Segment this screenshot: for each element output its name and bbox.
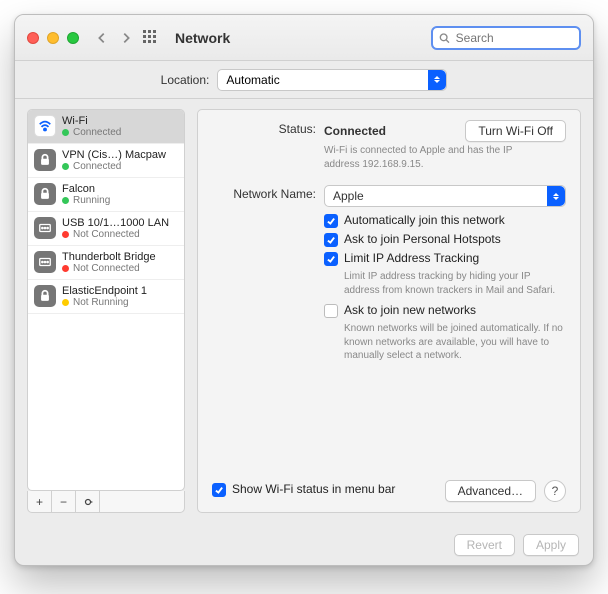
auto-join-checkbox[interactable]: Automatically join this network [324,213,566,228]
sidebar-item-label: Thunderbolt Bridge [62,251,178,263]
sidebar-item-falcon[interactable]: Falcon Running [28,178,184,212]
location-select[interactable]: Automatic [217,69,447,91]
window-controls [27,32,79,44]
nav-back[interactable] [95,31,109,45]
nav-forward[interactable] [119,31,133,45]
sidebar-item-label: Wi-Fi [62,115,178,127]
page-title: Network [175,30,230,46]
menubar-checkbox[interactable]: Show Wi-Fi status in menu bar [212,482,395,497]
status-label: Status: [212,120,316,171]
network-preferences-window: Network Location: Automatic Wi-Fi Connec… [14,14,594,566]
thunderbolt-icon [34,251,56,273]
sidebar-item-status: Not Connected [73,229,140,240]
sidebar-item-status: Not Running [73,297,129,308]
network-name-value: Apple [333,189,364,203]
all-prefs-icon[interactable] [143,30,159,46]
checkbox-label: Limit IP Address Tracking [344,251,479,265]
zoom-window-button[interactable] [67,32,79,44]
lock-icon [34,149,56,171]
search-field[interactable] [431,26,581,50]
sidebar-item-elastic[interactable]: ElasticEndpoint 1 Not Running [28,280,184,314]
lock-icon [34,285,56,307]
revert-button[interactable]: Revert [454,534,515,556]
detail-panel: Status: Connected Turn Wi-Fi Off Wi-Fi i… [197,109,581,513]
advanced-button[interactable]: Advanced… [445,480,536,502]
help-button[interactable]: ? [544,480,566,502]
sidebar-item-status: Connected [73,161,121,172]
hotspot-checkbox[interactable]: Ask to join Personal Hotspots [324,232,566,247]
content: Wi-Fi Connected VPN (Cis…) Macpaw Connec… [15,99,593,525]
sidebar-item-usb-lan[interactable]: USB 10/1…1000 LAN Not Connected [28,212,184,246]
checkbox-label: Ask to join Personal Hotspots [344,232,501,246]
network-name-label: Network Name: [212,185,316,369]
apply-button[interactable]: Apply [523,534,579,556]
status-hint: Wi-Fi is connected to Apple and has the … [324,144,544,171]
close-window-button[interactable] [27,32,39,44]
search-icon [439,32,450,44]
search-input[interactable] [454,30,573,46]
sidebar-item-label: Falcon [62,183,178,195]
interface-list[interactable]: Wi-Fi Connected VPN (Cis…) Macpaw Connec… [27,109,185,491]
window-footer: Revert Apply [15,525,593,565]
add-interface-button[interactable]: + [28,491,52,512]
interface-actions-button[interactable] [76,491,100,512]
sidebar-item-status: Running [73,195,110,206]
sidebar-item-label: ElasticEndpoint 1 [62,285,178,297]
status-dot [62,129,69,136]
join-new-checkbox[interactable]: Ask to join new networks [324,303,566,318]
limit-ip-hint: Limit IP address tracking by hiding your… [344,270,566,297]
limit-ip-checkbox[interactable]: Limit IP Address Tracking [324,251,566,266]
wifi-icon [34,115,56,137]
status-dot [62,231,69,238]
sidebar: Wi-Fi Connected VPN (Cis…) Macpaw Connec… [27,109,185,513]
sidebar-item-wifi[interactable]: Wi-Fi Connected [28,110,184,144]
list-controls: + − [27,491,185,513]
join-new-hint: Known networks will be joined automatica… [344,322,566,363]
sidebar-item-thunderbolt[interactable]: Thunderbolt Bridge Not Connected [28,246,184,280]
titlebar: Network [15,15,593,61]
sidebar-item-status: Connected [73,127,121,138]
sidebar-item-vpn[interactable]: VPN (Cis…) Macpaw Connected [28,144,184,178]
remove-interface-button[interactable]: − [52,491,76,512]
chevron-updown-icon [547,186,565,206]
checkbox-label: Show Wi-Fi status in menu bar [232,482,395,496]
status-dot [62,163,69,170]
location-value: Automatic [226,73,279,87]
lock-icon [34,183,56,205]
location-row: Location: Automatic [15,61,593,99]
status-dot [62,299,69,306]
status-value: Connected [324,124,386,138]
sidebar-item-label: USB 10/1…1000 LAN [62,217,178,229]
network-name-select[interactable]: Apple [324,185,566,207]
location-label: Location: [161,73,210,87]
ethernet-icon [34,217,56,239]
checkbox-label: Automatically join this network [344,213,505,227]
wifi-toggle-button[interactable]: Turn Wi-Fi Off [465,120,566,142]
status-dot [62,197,69,204]
chevron-updown-icon [428,70,446,90]
sidebar-item-label: VPN (Cis…) Macpaw [62,149,178,161]
minimize-window-button[interactable] [47,32,59,44]
sidebar-item-status: Not Connected [73,263,140,274]
checkbox-label: Ask to join new networks [344,303,476,317]
status-dot [62,265,69,272]
